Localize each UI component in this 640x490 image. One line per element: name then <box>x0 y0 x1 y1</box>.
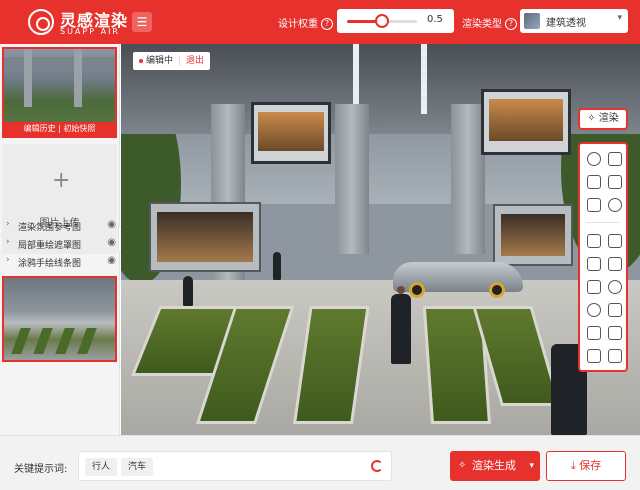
slider-track[interactable] <box>347 14 417 28</box>
logo-icon <box>28 9 54 35</box>
render-type-label: 渲染类型? <box>462 15 517 30</box>
layer-thumbnail[interactable] <box>2 276 117 362</box>
eye-icon[interactable]: ◉ <box>107 237 116 248</box>
chevron-right-icon: › <box>6 219 10 229</box>
target-tool-icon[interactable] <box>587 152 601 166</box>
app-header: 灵感渲染 SUAPP AIR ☰ 设计权重? 0.5 渲染类型? 建筑透视 ▾ <box>0 0 640 44</box>
chevron-right-icon: › <box>6 255 10 265</box>
palette-tool-icon[interactable] <box>608 280 622 294</box>
grid-tool-icon[interactable] <box>608 175 622 189</box>
sidebar: 编辑历史 | 初始快照 + 图片上传 › 渲染氛围参考图 ◉ › 局部重绘遮罩图… <box>0 44 120 435</box>
eye-icon[interactable]: ◉ <box>107 219 116 230</box>
column <box>451 104 485 254</box>
car <box>393 262 523 298</box>
layer-item-mask[interactable]: › 局部重绘遮罩图 ◉ <box>4 236 118 252</box>
face-tool-icon[interactable] <box>587 303 601 317</box>
brush-tool-icon[interactable] <box>608 257 622 271</box>
layer-item-reference[interactable]: › 渲染氛围参考图 ◉ <box>4 218 118 234</box>
building-thumbnail-icon <box>524 13 540 29</box>
slider-handle[interactable] <box>375 14 389 28</box>
kiosk <box>493 204 573 266</box>
picture-tool-icon[interactable] <box>608 303 622 317</box>
menu-button[interactable]: ☰ <box>132 12 152 32</box>
image-tool-icon[interactable] <box>587 280 601 294</box>
image-select-tool-icon[interactable] <box>587 175 601 189</box>
design-weight-slider[interactable]: 0.5 <box>337 9 454 33</box>
save-button[interactable]: ⤓ 保存 <box>546 451 626 481</box>
refresh-icon[interactable] <box>371 460 383 472</box>
chevron-right-icon: › <box>6 237 10 247</box>
column <box>335 104 369 254</box>
eraser-tool-icon[interactable] <box>587 257 601 271</box>
history-thumbnail[interactable]: 编辑历史 | 初始快照 <box>2 47 117 138</box>
suspended-pod <box>481 89 571 155</box>
download-icon: ⤓ <box>570 459 576 472</box>
tool-palette <box>578 142 628 372</box>
design-weight-label: 设计权重? <box>278 15 333 30</box>
sparkle-icon: ✧ <box>458 460 467 471</box>
hamburger-icon: ☰ <box>136 15 148 29</box>
sparkle-icon: ✧ <box>587 113 596 124</box>
render-type-value: 建筑透视 <box>546 18 586 29</box>
logo-subtitle: SUAPP AIR <box>60 27 120 36</box>
sticky-note-tool-icon[interactable] <box>587 198 601 212</box>
keyword-input[interactable]: 行人 汽车 <box>78 451 392 481</box>
exit-button[interactable]: 退出 <box>179 56 205 66</box>
kiosk <box>149 202 261 272</box>
layers-tool-icon[interactable] <box>587 234 601 248</box>
prompt-bar: 关键提示词: 行人 汽车 ✧ 渲染生成 ▾ ⤓ 保存 <box>0 435 640 490</box>
pedestrian <box>273 252 281 280</box>
render-type-select[interactable]: 建筑透视 ▾ <box>520 9 628 33</box>
edit-status-tag: 编辑中 退出 <box>133 52 211 70</box>
keyword-chip[interactable]: 汽车 <box>121 458 154 476</box>
pedestrian <box>183 276 193 306</box>
crop-tool-icon[interactable] <box>608 349 622 363</box>
render-generate-button[interactable]: ✧ 渲染生成 ▾ <box>450 451 540 481</box>
pen-tool-icon[interactable] <box>608 234 622 248</box>
help-circle-icon[interactable]: ? <box>321 18 333 30</box>
status-dot <box>139 58 143 63</box>
slider-value: 0.5 <box>427 14 443 25</box>
plus-icon: + <box>52 168 71 193</box>
history-caption: 编辑历史 | 初始快照 <box>4 122 115 136</box>
layer-label: 局部重绘遮罩图 <box>18 241 82 251</box>
render-canvas[interactable]: 编辑中 退出 ✧ 渲染 <box>121 44 640 435</box>
resize-tool-icon[interactable] <box>587 349 601 363</box>
lasso-tool-icon[interactable] <box>608 152 622 166</box>
render-button[interactable]: ✧ 渲染 <box>578 108 628 130</box>
chevron-down-icon: ▾ <box>617 13 622 23</box>
layer-label: 渲染氛围参考图 <box>18 223 82 233</box>
layer-label: 涂鸦手绘线条图 <box>18 259 82 269</box>
layer-item-sketch[interactable]: › 涂鸦手绘线条图 ◉ <box>4 254 118 270</box>
eye-icon[interactable]: ◉ <box>107 255 116 266</box>
edit-status: 编辑中 <box>146 56 174 66</box>
pedestrian <box>391 294 411 364</box>
help-circle-icon[interactable]: ? <box>505 18 517 30</box>
suspended-pod <box>251 102 331 164</box>
keyword-label: 关键提示词: <box>14 464 68 475</box>
expand-tool-icon[interactable] <box>608 326 622 340</box>
keyword-chip[interactable]: 行人 <box>85 458 118 476</box>
chevron-down-icon[interactable]: ▾ <box>529 451 534 481</box>
refresh-tool-icon[interactable] <box>608 198 622 212</box>
frame-tool-icon[interactable] <box>587 326 601 340</box>
